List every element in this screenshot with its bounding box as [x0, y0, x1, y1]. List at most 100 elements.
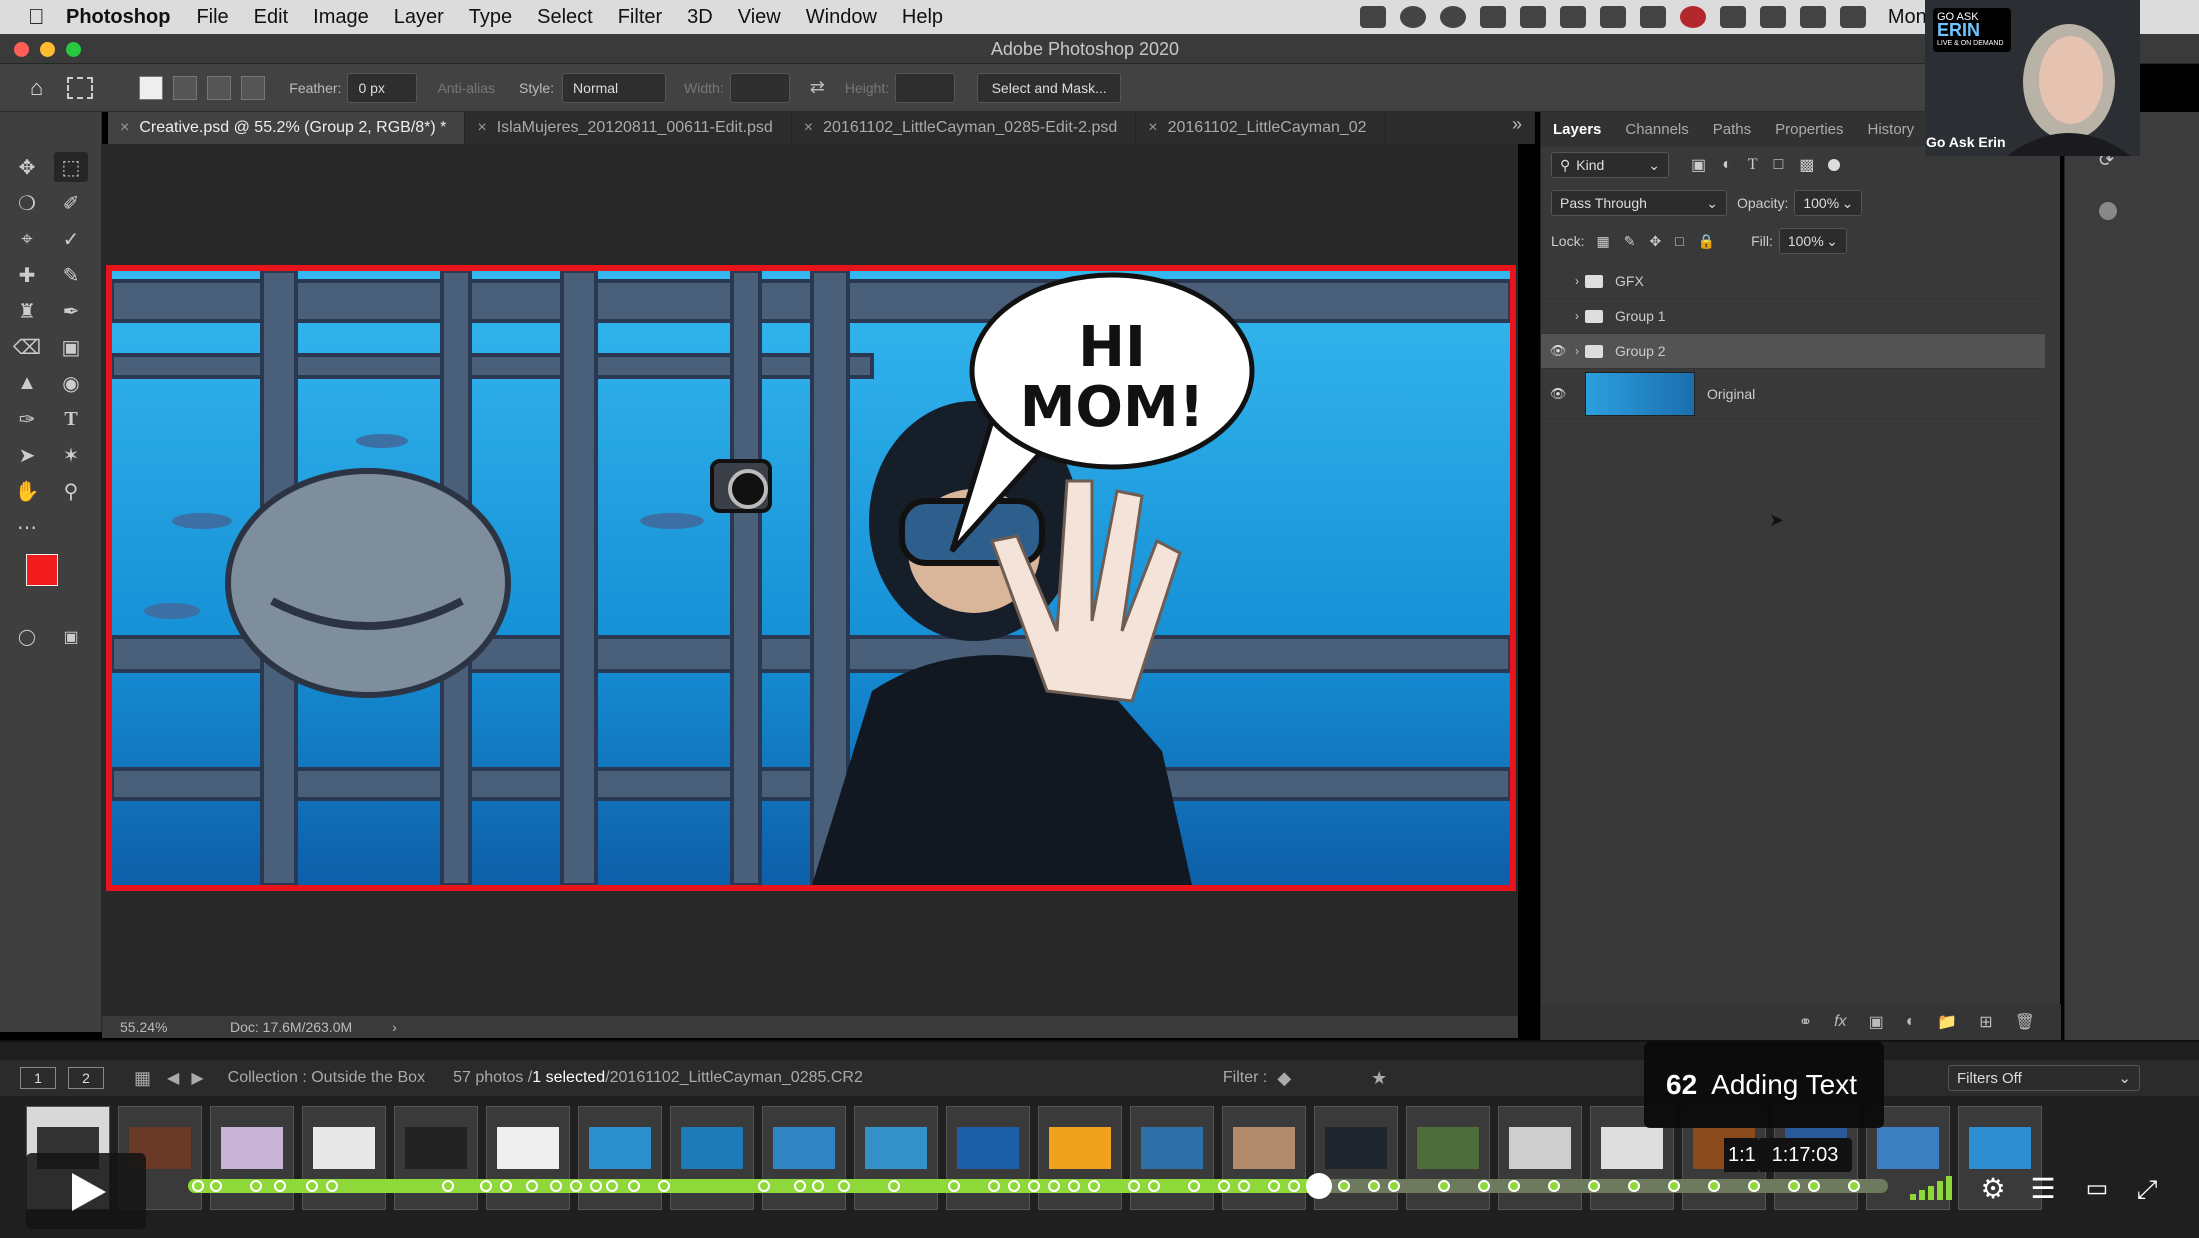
menu-layer[interactable]: Layer [394, 6, 444, 29]
chevron-right-icon[interactable]: › [1575, 309, 1579, 323]
chapter-marker[interactable] [1028, 1180, 1040, 1192]
close-tab-icon[interactable]: × [120, 119, 129, 137]
chapter-marker[interactable] [550, 1180, 562, 1192]
swatch-panel-icon[interactable] [2099, 202, 2117, 220]
chapter-marker[interactable] [274, 1180, 286, 1192]
wifi-icon[interactable] [1799, 6, 1826, 28]
chapter-marker[interactable] [210, 1180, 222, 1192]
menu-3d[interactable]: 3D [687, 6, 713, 29]
lasso-tool-icon[interactable]: ❍ [10, 188, 44, 218]
eye-icon[interactable]: 👁 [1541, 386, 1575, 402]
chapter-marker[interactable] [1268, 1180, 1280, 1192]
pixel-filter-icon[interactable]: ▣ [1691, 155, 1706, 175]
chapter-marker[interactable] [1338, 1180, 1350, 1192]
chapter-marker[interactable] [838, 1180, 850, 1192]
adjustment-layer-icon[interactable]: ◐ [1906, 1013, 1916, 1031]
one-password-icon[interactable] [1439, 6, 1466, 28]
chapter-marker[interactable] [758, 1180, 770, 1192]
chapter-marker[interactable] [606, 1180, 618, 1192]
airplay-icon[interactable] [1719, 6, 1746, 28]
blur-tool-icon[interactable]: ▲ [10, 368, 44, 398]
crop-tool-icon[interactable]: ⌖ [10, 224, 44, 254]
chapter-marker[interactable] [1128, 1180, 1140, 1192]
filters-select[interactable]: Filters Off ⌄ [1948, 1065, 2140, 1091]
chapter-marker[interactable] [1148, 1180, 1160, 1192]
more-tools-icon[interactable]: ⋯ [10, 512, 44, 542]
layer-row-group-1[interactable]: › Group 1 [1541, 299, 2045, 334]
chapter-marker[interactable] [794, 1180, 806, 1192]
layer-row-original[interactable]: 👁 Original [1541, 369, 2045, 419]
quality-icon[interactable] [1910, 1176, 1956, 1200]
play-button[interactable] [26, 1153, 146, 1229]
back-arrow-icon[interactable]: ◀ [167, 1068, 179, 1088]
settings-gear-icon[interactable]: ⚙ [1976, 1172, 2010, 1206]
tab-paths[interactable]: Paths [1701, 121, 1763, 138]
bluetooth-icon[interactable] [1519, 6, 1546, 28]
tab-history[interactable]: History [1856, 121, 1927, 138]
chapter-marker[interactable] [1238, 1180, 1250, 1192]
chapter-marker[interactable] [306, 1180, 318, 1192]
hand-tool-icon[interactable]: ✋ [10, 476, 44, 506]
layer-name[interactable]: GFX [1615, 273, 1644, 289]
new-selection-icon[interactable] [139, 75, 164, 100]
fullscreen-icon[interactable]: ⤢ [2130, 1172, 2164, 1206]
monitor-1-button[interactable]: 1 [20, 1067, 56, 1089]
tab-properties[interactable]: Properties [1763, 121, 1855, 138]
layer-row-gfx[interactable]: › GFX [1541, 264, 2045, 299]
marquee-tool-icon[interactable]: ⬚ [54, 152, 88, 182]
history-brush-tool-icon[interactable]: ✒ [54, 296, 88, 326]
camera-app-icon[interactable] [1599, 6, 1626, 28]
move-tool-icon[interactable]: ✥ [10, 152, 44, 182]
doc-size[interactable]: Doc: 17.6M/263.0M [230, 1019, 352, 1035]
chapter-marker[interactable] [1508, 1180, 1520, 1192]
foreground-color-swatch[interactable] [26, 554, 58, 586]
trash-icon[interactable]: 🗑 [2015, 1012, 2035, 1032]
lock-position-icon[interactable]: ✥ [1649, 233, 1661, 250]
fill-input[interactable]: 100% ⌄ [1778, 228, 1847, 254]
chapter-marker[interactable] [1748, 1180, 1760, 1192]
chapter-marker[interactable] [480, 1180, 492, 1192]
eraser-tool-icon[interactable]: ⌫ [10, 332, 44, 362]
flag-filter-icon[interactable]: ◆ [1277, 1068, 1291, 1089]
scrubber-handle[interactable] [1305, 1173, 1332, 1199]
chevron-right-icon[interactable]: › [1575, 274, 1579, 288]
chapter-marker[interactable] [658, 1180, 670, 1192]
chapter-marker[interactable] [1588, 1180, 1600, 1192]
m-app-icon[interactable] [1479, 6, 1506, 28]
subtract-selection-icon[interactable] [207, 75, 232, 100]
opacity-input[interactable]: 100% ⌄ [1794, 190, 1863, 216]
airplay-icon[interactable]: ▭ [2080, 1172, 2114, 1206]
chapter-marker[interactable] [326, 1180, 338, 1192]
close-tab-icon[interactable]: × [804, 119, 813, 137]
shape-tool-icon[interactable]: ✶ [54, 440, 88, 470]
more-tabs-icon[interactable]: » [1512, 114, 1522, 135]
chapter-marker[interactable] [192, 1180, 204, 1192]
blend-mode-select[interactable]: Pass Through ⌄ [1551, 190, 1727, 216]
quick-select-tool-icon[interactable]: ✐ [54, 188, 88, 218]
layer-name[interactable]: Group 2 [1615, 343, 1666, 359]
menu-image[interactable]: Image [313, 6, 369, 29]
chapter-marker[interactable] [1088, 1180, 1100, 1192]
chapter-marker[interactable] [590, 1180, 602, 1192]
chapter-marker[interactable] [812, 1180, 824, 1192]
record-icon[interactable] [1679, 6, 1706, 28]
chapter-marker[interactable] [526, 1180, 538, 1192]
add-mask-icon[interactable]: ▣ [1869, 1012, 1884, 1032]
new-layer-icon[interactable]: ⊞ [1979, 1012, 1992, 1032]
layer-name[interactable]: Original [1707, 386, 1755, 402]
intersect-selection-icon[interactable] [241, 75, 266, 100]
chapter-marker[interactable] [1668, 1180, 1680, 1192]
width-input[interactable] [729, 72, 790, 103]
lock-paint-icon[interactable]: ✎ [1624, 233, 1636, 250]
adjustment-filter-icon[interactable]: ◐ [1722, 156, 1732, 174]
forward-arrow-icon[interactable]: ▶ [191, 1068, 203, 1088]
gradient-tool-icon[interactable]: ▣ [54, 332, 88, 362]
type-tool-icon[interactable]: T [54, 404, 88, 434]
speech-text-line1[interactable]: HI [1078, 315, 1146, 380]
close-tab-icon[interactable]: × [477, 119, 486, 137]
screen-mode-icon[interactable]: ▣ [54, 622, 88, 652]
monitor-2-button[interactable]: 2 [68, 1067, 104, 1089]
document-canvas[interactable]: HI MOM! [106, 265, 1516, 891]
link-layers-icon[interactable]: ⚭ [1799, 1012, 1812, 1032]
volume-icon[interactable] [1839, 6, 1866, 28]
